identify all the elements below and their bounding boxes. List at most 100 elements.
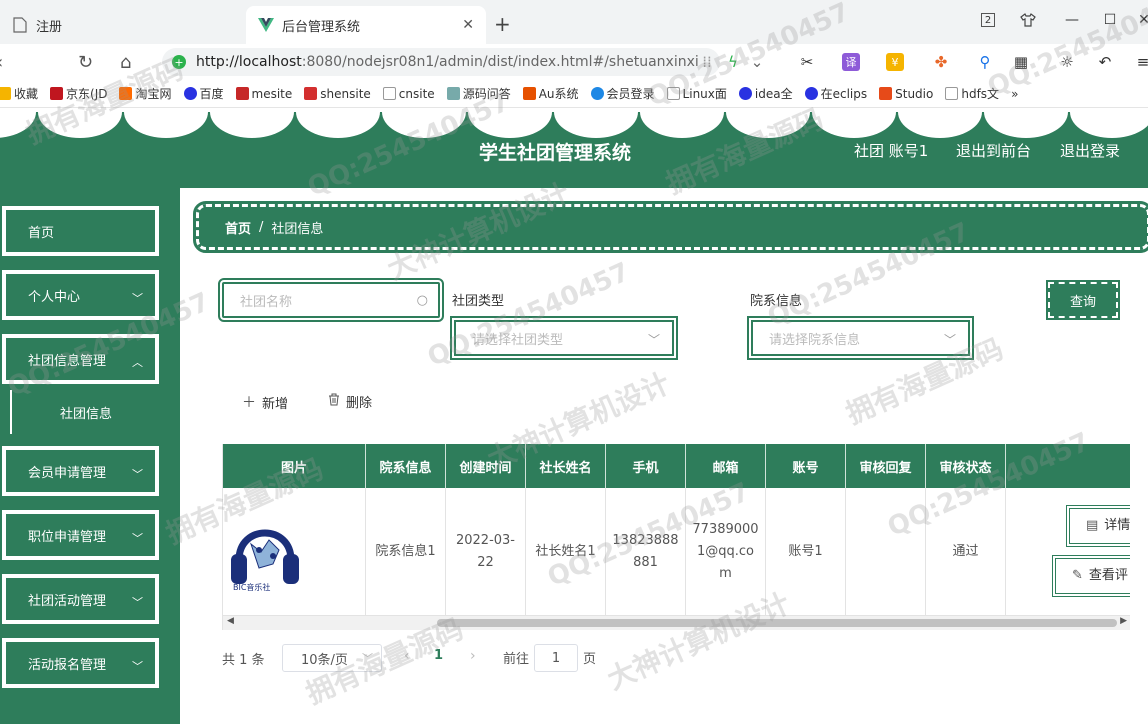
bookmark-item[interactable]: 源码问答 bbox=[446, 85, 511, 102]
window-close-icon[interactable]: ✕ bbox=[1132, 10, 1148, 30]
bookmark-item[interactable]: 淘宝网 bbox=[119, 85, 172, 102]
club-type-label: 社团类型 bbox=[452, 294, 505, 309]
undo-icon[interactable]: ↶ bbox=[1094, 52, 1116, 72]
brightness-icon[interactable]: ☼ bbox=[1056, 52, 1078, 72]
scrollbar-thumb[interactable] bbox=[437, 619, 1117, 627]
bookmark-item[interactable]: 会员登录 bbox=[590, 85, 655, 102]
logo-caption: BIC音乐社 bbox=[233, 583, 271, 592]
bookmark-item[interactable]: shensite bbox=[304, 87, 371, 101]
column-header: 社长姓名 bbox=[526, 444, 606, 488]
detail-button[interactable]: ▤ 详情 bbox=[1066, 505, 1130, 547]
back-icon[interactable]: ‹ bbox=[0, 52, 3, 73]
scroll-left-icon[interactable]: ◀ bbox=[227, 616, 234, 626]
close-tab-icon[interactable]: ✕ bbox=[462, 17, 474, 33]
browser-tab-register[interactable]: 注册 bbox=[0, 6, 246, 44]
more-bookmarks-icon[interactable]: » bbox=[1011, 87, 1018, 101]
reload-icon[interactable]: ↻ bbox=[78, 52, 93, 73]
current-page[interactable]: 1 bbox=[434, 648, 443, 663]
bookmark-item[interactable]: mesite bbox=[235, 87, 292, 101]
translate-icon[interactable]: 译 bbox=[842, 53, 860, 71]
bookmark-item[interactable]: cnsite bbox=[382, 87, 435, 101]
account-cell: 账号1 bbox=[766, 488, 846, 616]
goto-page-input[interactable]: 1 bbox=[534, 644, 578, 672]
gamepad-icon[interactable]: ✤ bbox=[930, 52, 952, 72]
bookmark-item[interactable]: 在eclips bbox=[804, 85, 867, 102]
maximize-icon[interactable]: ☐ bbox=[1098, 10, 1122, 30]
delete-button[interactable]: 删除 bbox=[328, 392, 372, 411]
sidebar-item-activity-signup[interactable]: 活动报名管理 ﹀ bbox=[2, 638, 159, 688]
url-field[interactable]: + http://localhost:8080/nodejsr08n1/admi… bbox=[162, 48, 720, 76]
bookmark-item[interactable]: idea全 bbox=[738, 85, 793, 102]
query-button[interactable]: 查询 bbox=[1046, 280, 1120, 320]
actions-cell: ▤ 详情 ✎ 查看评 bbox=[1006, 488, 1130, 616]
sidebar-subitem-club-info[interactable]: 社团信息 bbox=[10, 390, 160, 434]
sidebar-item-label: 社团信息管理 bbox=[28, 353, 107, 369]
breadcrumb-home[interactable]: 首页 bbox=[225, 218, 251, 237]
site-icon bbox=[235, 87, 249, 100]
tab-count-badge[interactable]: 2 bbox=[976, 10, 1000, 30]
grid-icon[interactable]: ⁞⁞ bbox=[696, 52, 718, 72]
bookmark-item[interactable]: Au系统 bbox=[522, 85, 579, 102]
apps-icon[interactable]: ▦ bbox=[1010, 52, 1032, 72]
column-header: 手机 bbox=[606, 444, 686, 488]
next-page-icon[interactable]: › bbox=[470, 648, 476, 664]
trash-icon bbox=[328, 393, 340, 410]
sidebar-item-member-application[interactable]: 会员申请管理 ﹀ bbox=[2, 446, 159, 496]
column-header: 账号 bbox=[766, 444, 846, 488]
menu-icon[interactable]: ≡ bbox=[1132, 52, 1148, 72]
department-select[interactable]: 请选择院系信息 ﹀ bbox=[747, 316, 974, 360]
club-type-select[interactable]: 请选择社团类型 ﹀ bbox=[450, 316, 678, 360]
chevron-down-icon: ﹀ bbox=[132, 660, 143, 673]
horizontal-scrollbar[interactable]: ◀ ▶ bbox=[223, 616, 1130, 630]
logout-link[interactable]: 退出登录 bbox=[1060, 140, 1120, 161]
status-cell: 通过 bbox=[926, 488, 1006, 616]
dropdown-icon[interactable]: ⌄ bbox=[746, 52, 768, 72]
search-tool-icon[interactable]: ⚲ bbox=[974, 52, 996, 72]
sidebar-item-label: 职位申请管理 bbox=[28, 529, 107, 545]
search-placeholder: 社团名称 bbox=[240, 294, 293, 310]
bookmark-item[interactable]: hdfs文 bbox=[945, 85, 999, 102]
page-size-select[interactable]: 10条/页 ﹀ bbox=[282, 644, 382, 672]
minimize-icon[interactable]: — bbox=[1060, 10, 1084, 30]
add-button[interactable]: ＋ 新增 bbox=[242, 392, 288, 412]
breadcrumb-current: 社团信息 bbox=[271, 221, 324, 237]
review-button[interactable]: ✎ 查看评 bbox=[1052, 555, 1130, 597]
dept-cell: 院系信息1 bbox=[366, 488, 446, 616]
table-header: 图片 院系信息 创建时间 社长姓名 手机 邮箱 账号 审核回复 审核状态 bbox=[223, 444, 1130, 488]
secure-icon: + bbox=[172, 55, 186, 69]
bookmark-item[interactable]: 收藏 bbox=[0, 85, 38, 102]
baidu-icon bbox=[738, 87, 752, 100]
chevron-down-icon: ﹀ bbox=[943, 333, 956, 347]
goto-label: 前往 bbox=[503, 652, 530, 667]
bookmark-item[interactable]: Linux面 bbox=[666, 85, 727, 102]
coin-icon[interactable]: ¥ bbox=[886, 53, 904, 71]
sidebar-item-personal-center[interactable]: 个人中心 ﹀ bbox=[2, 270, 159, 320]
site-icon bbox=[522, 87, 536, 100]
scroll-right-icon[interactable]: ▶ bbox=[1120, 616, 1127, 626]
home-icon[interactable]: ⌂ bbox=[120, 52, 131, 73]
bookmark-item[interactable]: 百度 bbox=[183, 85, 224, 102]
sidebar-item-club-activity[interactable]: 社团活动管理 ﹀ bbox=[2, 574, 159, 624]
sidebar-item-label: 个人中心 bbox=[28, 289, 81, 305]
sidebar-item-label: 活动报名管理 bbox=[28, 657, 107, 673]
scissors-icon[interactable]: ✂ bbox=[796, 52, 818, 72]
bolt-icon[interactable]: ϟ bbox=[722, 52, 744, 72]
shirt-icon[interactable] bbox=[1016, 10, 1040, 30]
bookmark-item[interactable]: 京东(JD bbox=[50, 85, 107, 102]
browser-tab-admin[interactable]: 后台管理系统 ✕ bbox=[246, 6, 486, 44]
chevron-down-icon: ﹀ bbox=[132, 532, 143, 545]
prev-page-icon[interactable]: ‹ bbox=[404, 648, 410, 664]
star-icon bbox=[0, 87, 11, 100]
new-tab-icon[interactable]: + bbox=[494, 12, 511, 36]
sidebar-item-position-application[interactable]: 职位申请管理 ﹀ bbox=[2, 510, 159, 560]
back-to-front-link[interactable]: 退出到前台 bbox=[956, 140, 1031, 161]
sidebar-item-club-info-management[interactable]: 社团信息管理 ︿ bbox=[2, 334, 159, 384]
club-name-search-input[interactable]: 社团名称 ○ bbox=[218, 278, 444, 322]
club-table: 图片 院系信息 创建时间 社长姓名 手机 邮箱 账号 审核回复 审核状态 BIC… bbox=[222, 444, 1130, 630]
chevron-down-icon: ﹀ bbox=[132, 468, 143, 481]
reply-cell bbox=[846, 488, 926, 616]
bookmark-item[interactable]: Studio bbox=[879, 87, 933, 101]
sidebar-item-home[interactable]: 首页 bbox=[2, 206, 159, 256]
tab-title: 注册 bbox=[36, 19, 63, 35]
email-cell: 773890001@qq.com bbox=[686, 488, 766, 616]
